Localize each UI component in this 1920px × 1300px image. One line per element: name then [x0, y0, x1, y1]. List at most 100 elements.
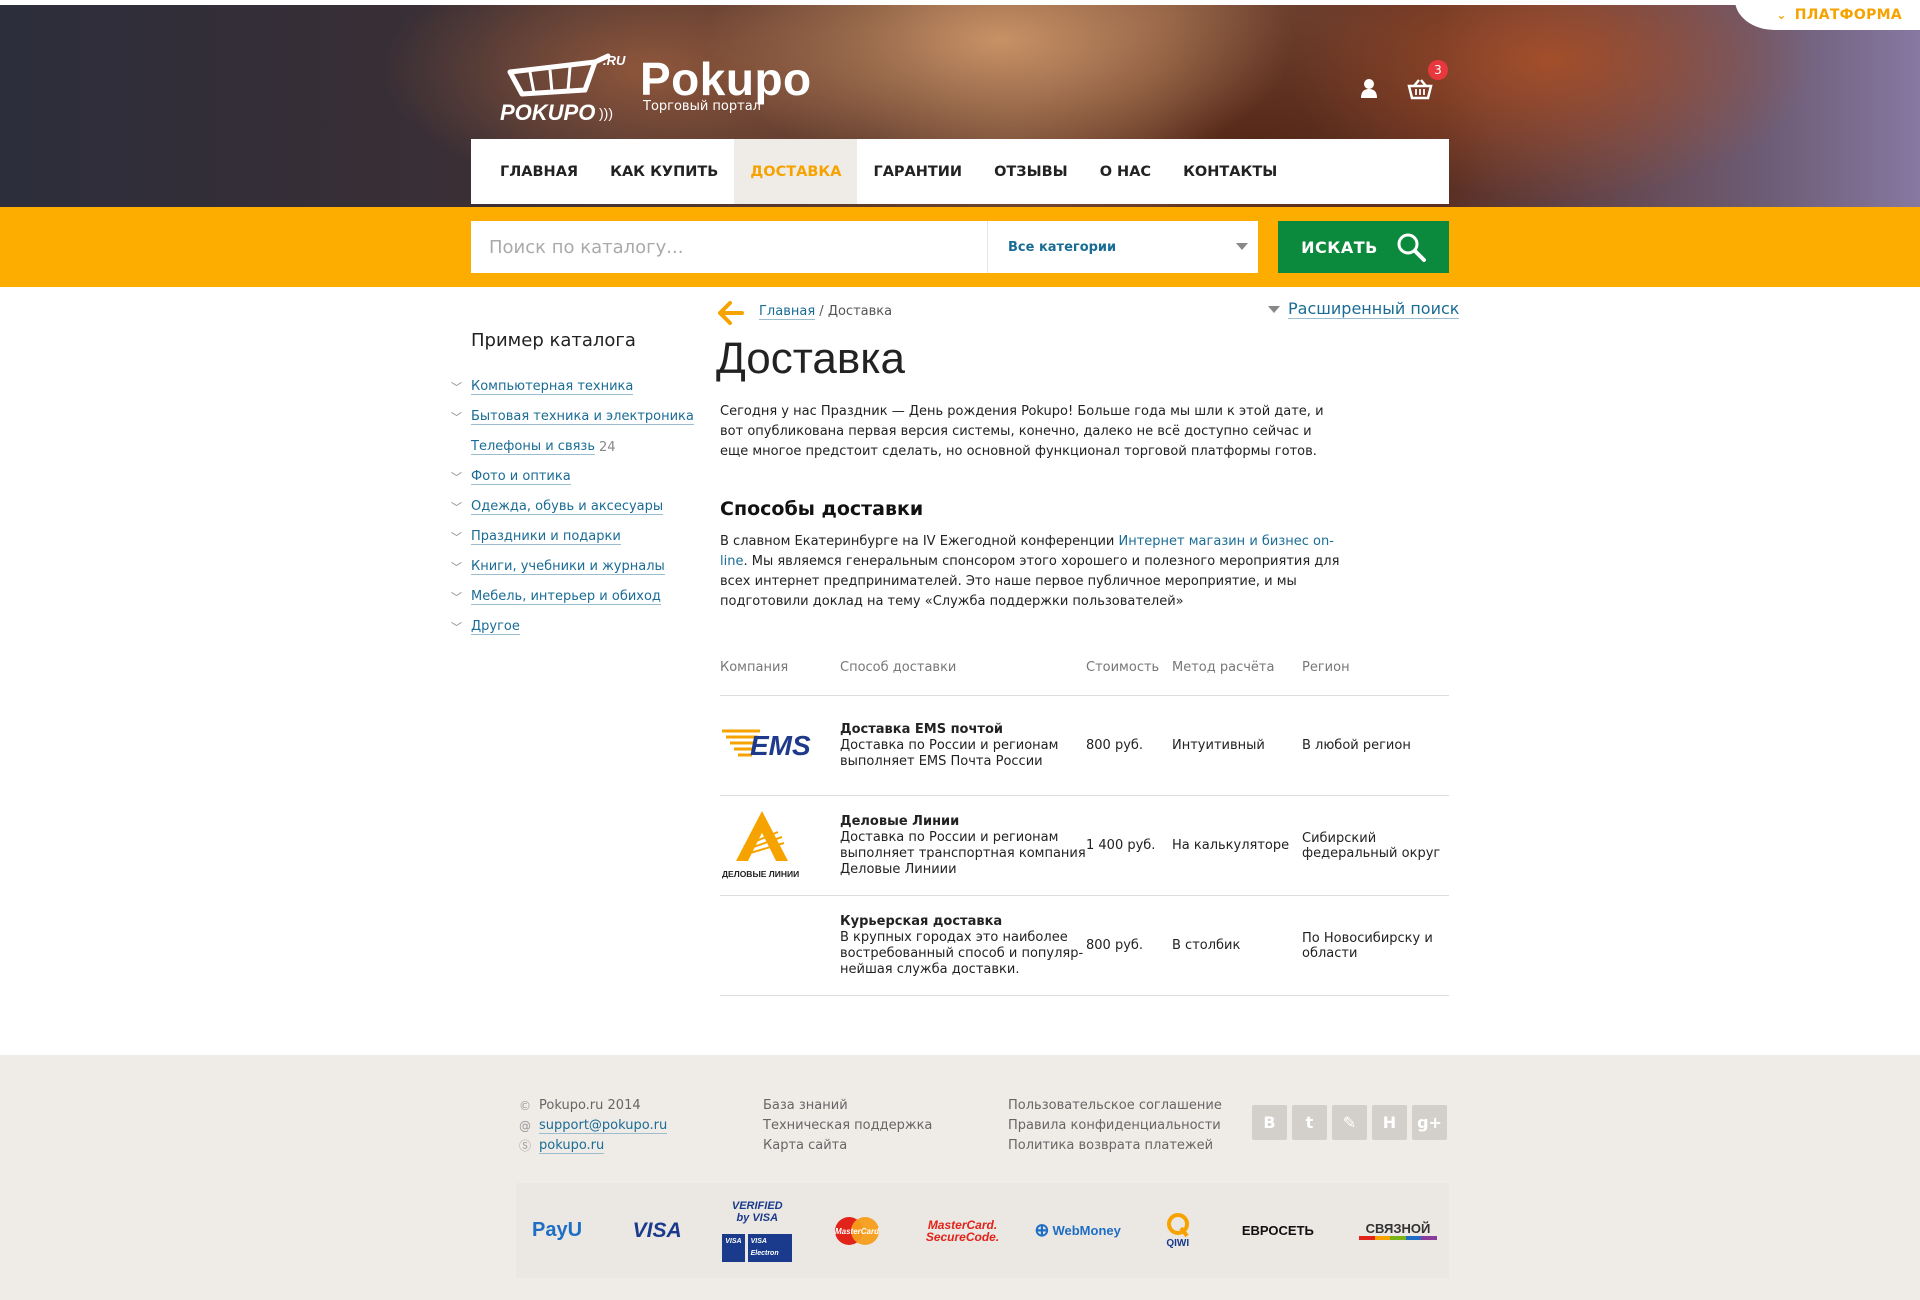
nav-item-about[interactable]: О НАС [1084, 139, 1167, 204]
delivery-table: Компания Способ доставки Стоимость Метод… [720, 660, 1449, 996]
search-button[interactable]: ИСКАТЬ [1278, 221, 1449, 273]
user-icon[interactable] [1360, 78, 1378, 102]
breadcrumb-current: Доставка [827, 304, 893, 319]
delivery-method-name: Курьерская доставка [840, 913, 1003, 929]
mastercard-logo-text: MasterCard [835, 1227, 880, 1236]
category-link[interactable]: Бытовая техника и электроника [471, 409, 694, 425]
platform-tab[interactable]: ⌄ ПЛАТФОРМА [1735, 0, 1920, 30]
payment-logos: PayU VISA VERIFIED by VISA VISA VISA Ele… [516, 1183, 1449, 1278]
delivery-price: 800 руб. [1086, 738, 1144, 753]
footer-link[interactable]: Карта сайта [763, 1136, 932, 1156]
category-link[interactable]: Компьютерная техника [471, 379, 634, 395]
search-input[interactable] [471, 221, 987, 273]
copyright-icon: © [519, 1099, 531, 1113]
top-line [0, 0, 1920, 5]
habr-icon[interactable]: Н [1372, 1105, 1407, 1140]
footer-link[interactable]: Правила конфиденциальности [1008, 1116, 1222, 1136]
breadcrumb-home-link[interactable]: Главная [759, 304, 816, 320]
vbv-chip-2: VISA Electron [747, 1233, 793, 1262]
mastercard-securecode-logo: MasterCard. SecureCode. [923, 1219, 1003, 1243]
chevron-down-icon[interactable]: ﹀ [451, 379, 471, 395]
category-link[interactable]: Одежда, обувь и аксесуары [471, 499, 664, 515]
svg-text:))): ))) [599, 105, 613, 121]
google-plus-icon[interactable]: g+ [1412, 1105, 1447, 1140]
webmoney-logo: ⊕ WebMoney [1033, 1220, 1123, 1241]
column-header: Стоимость [1086, 660, 1160, 675]
chevron-down-icon[interactable]: ﹀ [451, 409, 471, 425]
category-link[interactable]: Праздники и подарки [471, 529, 621, 545]
column-header: Компания [720, 660, 789, 675]
delivery-price: 1 400 руб. [1086, 838, 1156, 853]
breadcrumb-separator: / [815, 304, 828, 319]
cart-icon[interactable] [1407, 78, 1433, 104]
cart-logo-icon: POKUPO ))) .RU [500, 53, 626, 125]
chevron-down-icon[interactable]: ﹀ [451, 559, 471, 575]
category-link[interactable]: Другое [471, 619, 520, 635]
delivery-region: В любой регион [1302, 738, 1411, 753]
page-title: Доставка [716, 334, 905, 383]
support-email-link[interactable]: support@pokupo.ru [539, 1118, 668, 1134]
delivery-method-desc: Доставка по России и регионам выполняет … [840, 737, 1059, 769]
skype-link[interactable]: pokupo.ru [539, 1138, 605, 1154]
nav-item-home[interactable]: ГЛАВНАЯ [500, 139, 594, 204]
section-title: Способы доставки [720, 498, 924, 520]
nav-item-delivery[interactable]: ДОСТАВКА [734, 139, 858, 204]
main-nav: ГЛАВНАЯ КАК КУПИТЬ ДОСТАВКА ГАРАНТИИ ОТЗ… [471, 139, 1449, 204]
section-paragraph: В славном Екатеринбурге на IV Ежегодной … [720, 532, 1340, 612]
category-count: 24 [599, 439, 616, 455]
delivery-price: 800 руб. [1086, 938, 1144, 953]
category-list: ﹀ Компьютерная техника ﹀ Бытовая техника и… [451, 372, 694, 642]
footer-link[interactable]: Политика возврата платежей [1008, 1136, 1222, 1156]
category-item: ﹀ Одежда, обувь и аксесуары [451, 492, 694, 522]
chevron-down-icon[interactable]: ﹀ [451, 469, 471, 485]
category-item: ﹀ Книги, учебники и журналы [451, 552, 694, 582]
chevron-down-icon[interactable]: ﹀ [451, 619, 471, 635]
chevron-down-icon[interactable]: ﹀ [451, 529, 471, 545]
table-row: EMS Доставка EMS почтой Доставка по Росси… [720, 696, 1449, 796]
footer-link[interactable]: Пользовательское соглашение [1008, 1096, 1222, 1116]
table-header: Компания Способ доставки Стоимость Метод… [720, 660, 1449, 696]
category-item: ﹀ Мебель, интерьер и обиход [451, 582, 694, 612]
column-header: Способ доставки [840, 660, 957, 675]
subcategory-item: Телефоны и связь 24 [451, 432, 694, 462]
vbv-line-1: VERIFIED [731, 1199, 783, 1212]
calc-method: На калькуляторе [1172, 838, 1290, 853]
category-link[interactable]: Мебель, интерьер и обиход [471, 589, 661, 605]
category-item: ﹀ Бытовая техника и электроника [451, 402, 694, 432]
category-link[interactable]: Книги, учебники и журналы [471, 559, 665, 575]
back-arrow-icon[interactable] [716, 300, 744, 330]
twitter-icon[interactable]: t [1292, 1105, 1327, 1140]
table-row: ДЕЛОВЫЕ ЛИНИИ Деловые Линии Доставка по Р… [720, 796, 1449, 896]
skype-icon: Ⓢ [519, 1139, 532, 1153]
search-button-label: ИСКАТЬ [1301, 237, 1378, 257]
chevron-down-icon[interactable]: ﹀ [451, 499, 471, 515]
category-select-value: Все категории [1008, 239, 1117, 255]
visa-logo: VISA [632, 1218, 682, 1242]
site-logo[interactable]: POKUPO ))) .RU Pokupo Торговый портал [500, 50, 840, 125]
payu-logo: PayU [531, 1219, 583, 1241]
paragraph-start: В славном Екатеринбурге на IV Ежегодной … [720, 534, 1119, 549]
svyaznoy-logo: СВЯЗНОЙ [1353, 1221, 1443, 1240]
footer-link[interactable]: База знаний [763, 1096, 932, 1116]
verified-by-visa-logo: VERIFIED by VISA VISA VISA Electron [722, 1199, 793, 1262]
category-select[interactable]: Все категории [987, 221, 1258, 273]
globe-icon: ⊕ [1034, 1220, 1050, 1240]
chevron-down-icon[interactable]: ﹀ [451, 589, 471, 605]
nav-item-reviews[interactable]: ОТЗЫВЫ [978, 139, 1084, 204]
nav-item-how-to-buy[interactable]: КАК КУПИТЬ [594, 139, 734, 204]
category-item: ﹀ Другое [451, 612, 694, 642]
subcategory-link[interactable]: Телефоны и связь [471, 439, 595, 455]
nav-item-guarantees[interactable]: ГАРАНТИИ [857, 139, 978, 204]
nav-item-contacts[interactable]: КОНТАКТЫ [1167, 139, 1293, 204]
vk-icon[interactable]: В [1252, 1105, 1287, 1140]
category-link[interactable]: Фото и оптика [471, 469, 571, 485]
delivery-method-name: Доставка EMS почтой [840, 721, 1003, 737]
vbv-chip-1: VISA [722, 1233, 745, 1262]
webmoney-logo-text: WebMoney [1052, 1223, 1121, 1238]
footer-link[interactable]: Техническая поддержка [763, 1116, 932, 1136]
footer-legal-links: Пользовательское соглашение Правила конф… [1008, 1096, 1222, 1156]
advanced-search-toggle[interactable]: Расширенный поиск [1268, 300, 1460, 319]
vbv-line-2: by VISA [736, 1211, 779, 1224]
logo-mark-text: POKUPO [500, 100, 595, 125]
livejournal-icon[interactable]: ✎ [1332, 1105, 1367, 1140]
